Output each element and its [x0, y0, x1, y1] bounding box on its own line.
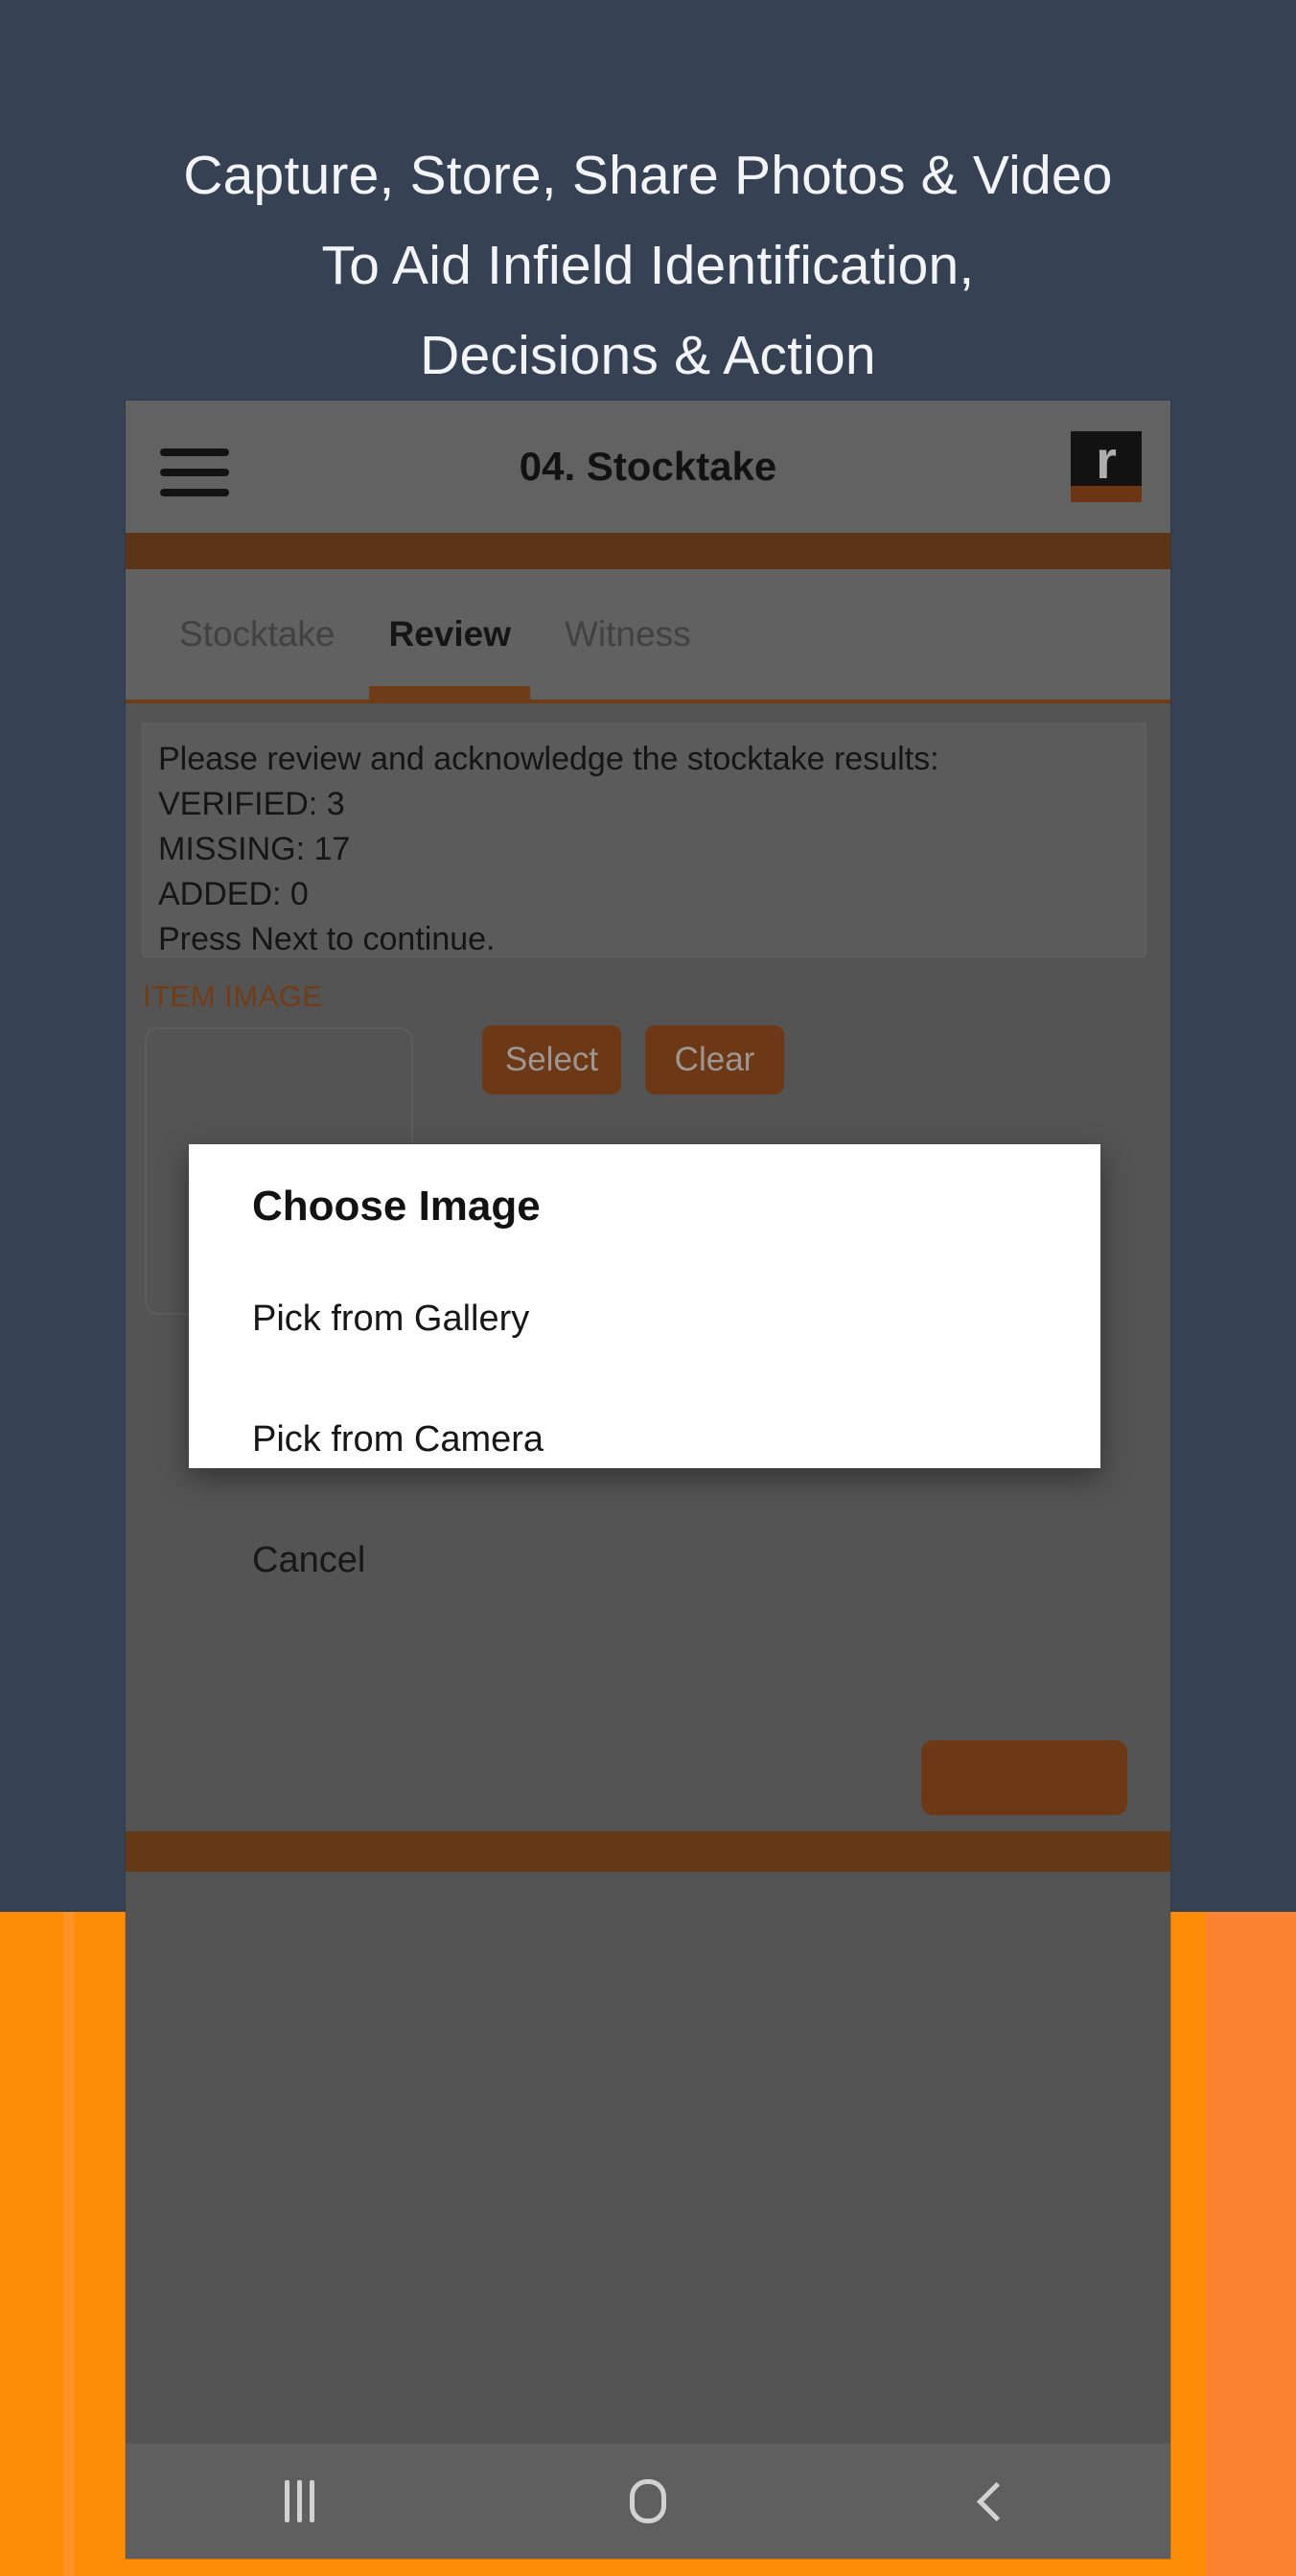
orange-accent-panel-right	[1206, 1912, 1296, 2576]
dialog-option-pick-from-gallery[interactable]: Pick from Gallery	[252, 1299, 529, 1340]
recents-bar	[310, 2480, 315, 2522]
recents-bar	[297, 2480, 303, 2522]
dialog-option-cancel[interactable]: Cancel	[252, 1540, 365, 1581]
dialog-title: Choose Image	[252, 1183, 541, 1230]
orange-accent-stripe-left	[63, 1912, 74, 2576]
back-icon[interactable]	[910, 2444, 1082, 2559]
home-ring	[629, 2479, 666, 2523]
android-navigation-bar	[126, 2444, 1170, 2559]
promo-headline: Capture, Store, Share Photos & Video To …	[183, 145, 1113, 386]
recents-bar	[285, 2480, 290, 2522]
recents-icon[interactable]	[214, 2444, 386, 2559]
phone-screenshot-frame: 04. Stocktake r Stocktake Review Witness…	[126, 401, 1170, 2559]
back-chevron	[976, 2481, 1016, 2521]
dialog-scrim[interactable]	[126, 401, 1170, 2559]
home-icon[interactable]	[562, 2444, 734, 2559]
choose-image-dialog: Choose Image Pick from Gallery Pick from…	[189, 1144, 1100, 1580]
dialog-option-pick-from-camera[interactable]: Pick from Camera	[252, 1419, 544, 1460]
